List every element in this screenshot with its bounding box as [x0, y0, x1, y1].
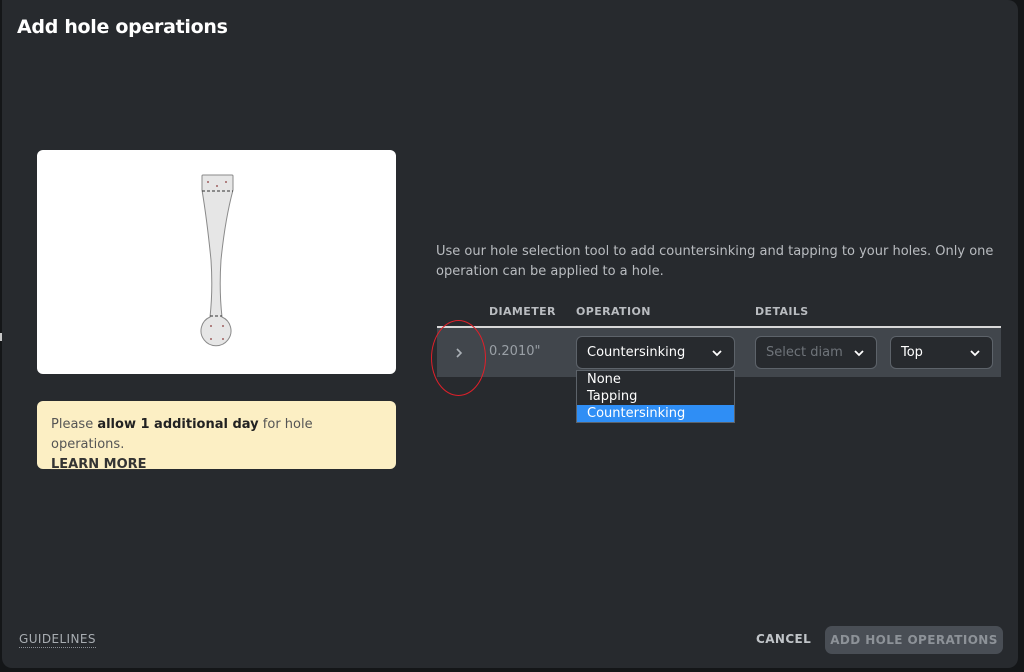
operation-select-value: Countersinking — [587, 345, 686, 360]
guidelines-link[interactable]: GUIDELINES — [19, 632, 96, 648]
detail-diameter-placeholder: Select diam — [766, 345, 842, 360]
lead-time-notice: Please allow 1 additional day for hole o… — [37, 401, 396, 472]
column-header-diameter: DIAMETER — [489, 305, 556, 318]
part-preview — [37, 150, 396, 374]
detail-side-select[interactable]: Top — [890, 336, 993, 369]
dropdown-option-tapping[interactable]: Tapping — [577, 388, 734, 405]
part-drawing — [200, 174, 234, 347]
description-text: Use our hole selection tool to add count… — [436, 244, 994, 279]
part-outline — [200, 174, 234, 347]
column-header-details: DETAILS — [755, 305, 809, 318]
operation-dropdown-menu: None Tapping Countersinking — [576, 370, 735, 423]
notice-text-bold: allow 1 additional day — [97, 417, 259, 432]
modal-title: Add hole operations — [17, 16, 228, 38]
detail-diameter-select[interactable]: Select diam — [755, 336, 877, 369]
cancel-button[interactable]: CANCEL — [756, 632, 811, 646]
learn-more-link[interactable]: LEARN MORE — [51, 455, 147, 475]
column-header-operation: OPERATION — [576, 305, 651, 318]
chevron-down-icon — [970, 350, 980, 357]
notice-text-prefix: Please — [51, 417, 98, 432]
chevron-down-icon — [854, 350, 864, 357]
dropdown-option-countersinking[interactable]: Countersinking — [577, 405, 734, 422]
chevron-down-icon — [712, 350, 722, 357]
detail-side-value: Top — [901, 345, 923, 360]
annotation-circle — [431, 320, 486, 396]
operation-select[interactable]: Countersinking — [576, 336, 735, 369]
add-hole-operations-button[interactable]: ADD HOLE OPERATIONS — [825, 626, 1003, 654]
hole-diameter: 0.2010" — [489, 344, 541, 359]
dropdown-option-none[interactable]: None — [577, 371, 734, 388]
